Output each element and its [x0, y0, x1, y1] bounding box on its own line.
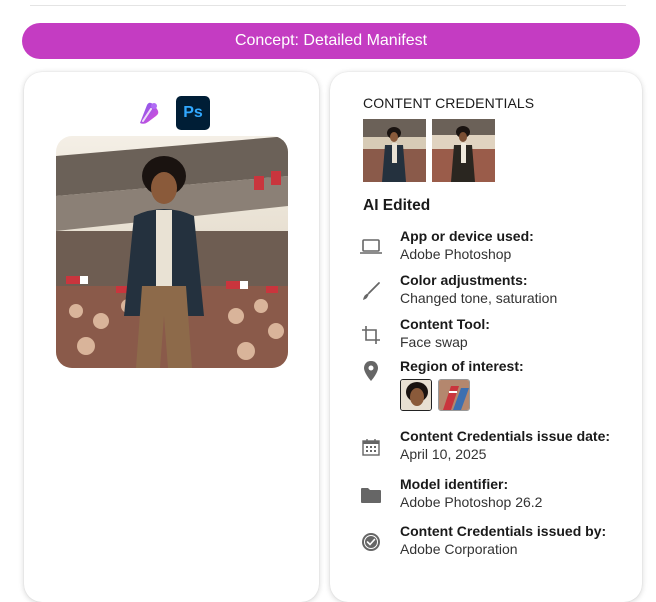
crop-icon — [358, 322, 384, 348]
region-flags-thumbnail[interactable] — [438, 379, 470, 411]
detail-issued-by: Content Credentials issued by: Adobe Cor… — [358, 523, 606, 558]
region-face-thumbnail[interactable] — [400, 379, 432, 411]
top-divider — [30, 5, 626, 6]
detail-label: Region of interest: — [400, 358, 524, 374]
detail-model-identifier: Model identifier: Adobe Photoshop 26.2 — [358, 476, 542, 511]
main-photo — [56, 136, 288, 368]
thumbnail-edited[interactable] — [432, 119, 495, 182]
laptop-icon — [358, 234, 384, 260]
detail-label: App or device used: — [400, 228, 534, 244]
detail-label: Content Credentials issued by: — [400, 523, 607, 539]
app-icons: Ps — [132, 96, 210, 130]
detail-issue-date: Content Credentials issue date: April 10… — [358, 428, 610, 463]
credentials-card: CONTENT CREDENTIALS AI Edited App or dev… — [330, 72, 642, 602]
thumbnail-original[interactable] — [363, 119, 426, 182]
detail-value: Adobe Photoshop — [400, 246, 512, 262]
detail-label: Model identifier: — [400, 476, 509, 492]
detail-label: Content Credentials issue date: — [400, 428, 611, 444]
banner-title: Concept: Detailed Manifest — [234, 32, 428, 49]
verified-badge-icon — [358, 529, 384, 555]
detail-label: Content Tool: — [400, 316, 490, 332]
detail-value: Face swap — [400, 334, 468, 350]
detail-value: Adobe Corporation — [400, 541, 518, 557]
credential-thumbnails — [363, 119, 495, 182]
detail-value: Adobe Photoshop 26.2 — [400, 494, 543, 510]
detail-color-adjustments: Color adjustments: Changed tone, saturat… — [358, 272, 557, 307]
brush-icon — [358, 278, 384, 304]
ai-edited-label: AI Edited — [363, 197, 431, 214]
location-pin-icon — [358, 358, 384, 384]
detail-value: April 10, 2025 — [400, 446, 487, 462]
concept-banner: Concept: Detailed Manifest — [22, 23, 640, 59]
photoshop-icon-label: Ps — [183, 104, 203, 121]
detail-app: App or device used: Adobe Photoshop — [358, 228, 534, 263]
preview-card: Ps — [24, 72, 319, 602]
detail-region-of-interest: Region of interest: — [358, 358, 524, 411]
region-thumbnails — [400, 379, 524, 411]
detail-label: Color adjustments: — [400, 272, 528, 288]
copilot-icon[interactable] — [132, 96, 166, 130]
detail-content-tool: Content Tool: Face swap — [358, 316, 490, 351]
folder-icon — [358, 482, 384, 508]
photoshop-icon[interactable]: Ps — [176, 96, 210, 130]
calendar-icon — [358, 434, 384, 460]
credentials-heading: CONTENT CREDENTIALS — [363, 95, 535, 111]
detail-value: Changed tone, saturation — [400, 290, 558, 306]
